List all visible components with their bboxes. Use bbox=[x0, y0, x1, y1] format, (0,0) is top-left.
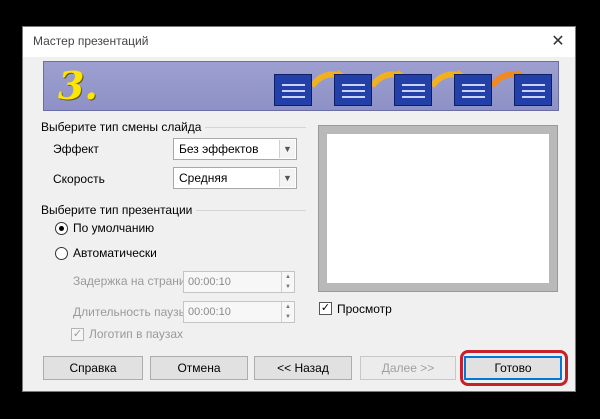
slide-icon bbox=[394, 74, 432, 106]
help-button[interactable]: Справка bbox=[43, 356, 143, 380]
presentation-wizard-dialog: Мастер презентаций ✕ 3. Выберите тип сме… bbox=[22, 26, 576, 392]
default-radio[interactable] bbox=[55, 222, 68, 235]
chevron-down-icon[interactable]: ▼ bbox=[282, 282, 294, 292]
page-delay-label: Задержка на страни bbox=[73, 274, 186, 288]
slide-icon bbox=[274, 74, 312, 106]
window-title: Мастер презентаций bbox=[33, 34, 149, 48]
close-icon[interactable]: ✕ bbox=[547, 31, 569, 53]
effect-value: Без эффектов bbox=[179, 142, 259, 156]
slide-preview bbox=[318, 125, 558, 292]
slide-icon bbox=[514, 74, 552, 106]
speed-label: Скорость bbox=[53, 172, 105, 186]
speed-combobox[interactable]: Средняя ▼ bbox=[173, 167, 297, 189]
title-bar: Мастер презентаций ✕ bbox=[23, 27, 575, 57]
preview-checkbox-label[interactable]: Просмотр bbox=[337, 302, 392, 316]
chevron-down-icon[interactable]: ▼ bbox=[279, 169, 295, 187]
chevron-up-icon[interactable]: ▲ bbox=[282, 272, 294, 282]
pause-duration-value: 00:00:10 bbox=[188, 306, 231, 318]
logo-checkbox[interactable]: ✓ bbox=[71, 328, 84, 341]
chevron-up-icon[interactable]: ▲ bbox=[282, 302, 294, 312]
logo-checkbox-label: Логотип в паузах bbox=[89, 327, 184, 341]
page-delay-spinbox[interactable]: 00:00:10 ▲ ▼ bbox=[183, 271, 295, 293]
preview-page bbox=[327, 134, 549, 283]
speed-value: Средняя bbox=[179, 171, 228, 185]
default-radio-label[interactable]: По умолчанию bbox=[73, 221, 154, 235]
chevron-down-icon[interactable]: ▼ bbox=[279, 140, 295, 158]
page-delay-value: 00:00:10 bbox=[188, 276, 231, 288]
finish-highlight-annotation bbox=[460, 350, 568, 386]
next-button[interactable]: Далее >> bbox=[360, 356, 456, 380]
effect-label: Эффект bbox=[53, 142, 99, 156]
spin-buttons[interactable]: ▲ ▼ bbox=[281, 272, 294, 292]
spin-buttons[interactable]: ▲ ▼ bbox=[281, 302, 294, 322]
slide-icon bbox=[454, 74, 492, 106]
slide-icon bbox=[334, 74, 372, 106]
effect-combobox[interactable]: Без эффектов ▼ bbox=[173, 138, 297, 160]
cancel-button[interactable]: Отмена bbox=[150, 356, 248, 380]
chevron-down-icon[interactable]: ▼ bbox=[282, 312, 294, 322]
transition-group-title: Выберите тип смены слайда bbox=[41, 120, 206, 134]
auto-radio[interactable] bbox=[55, 247, 68, 260]
back-button[interactable]: << Назад bbox=[254, 356, 352, 380]
pause-duration-spinbox[interactable]: 00:00:10 ▲ ▼ bbox=[183, 301, 295, 323]
pause-duration-label: Длительность паузы bbox=[73, 305, 188, 319]
preview-checkbox[interactable]: ✓ bbox=[319, 302, 332, 315]
presentation-type-group-title: Выберите тип презентации bbox=[41, 203, 197, 217]
auto-radio-label[interactable]: Автоматически bbox=[73, 246, 157, 260]
wizard-banner: 3. bbox=[43, 61, 559, 111]
